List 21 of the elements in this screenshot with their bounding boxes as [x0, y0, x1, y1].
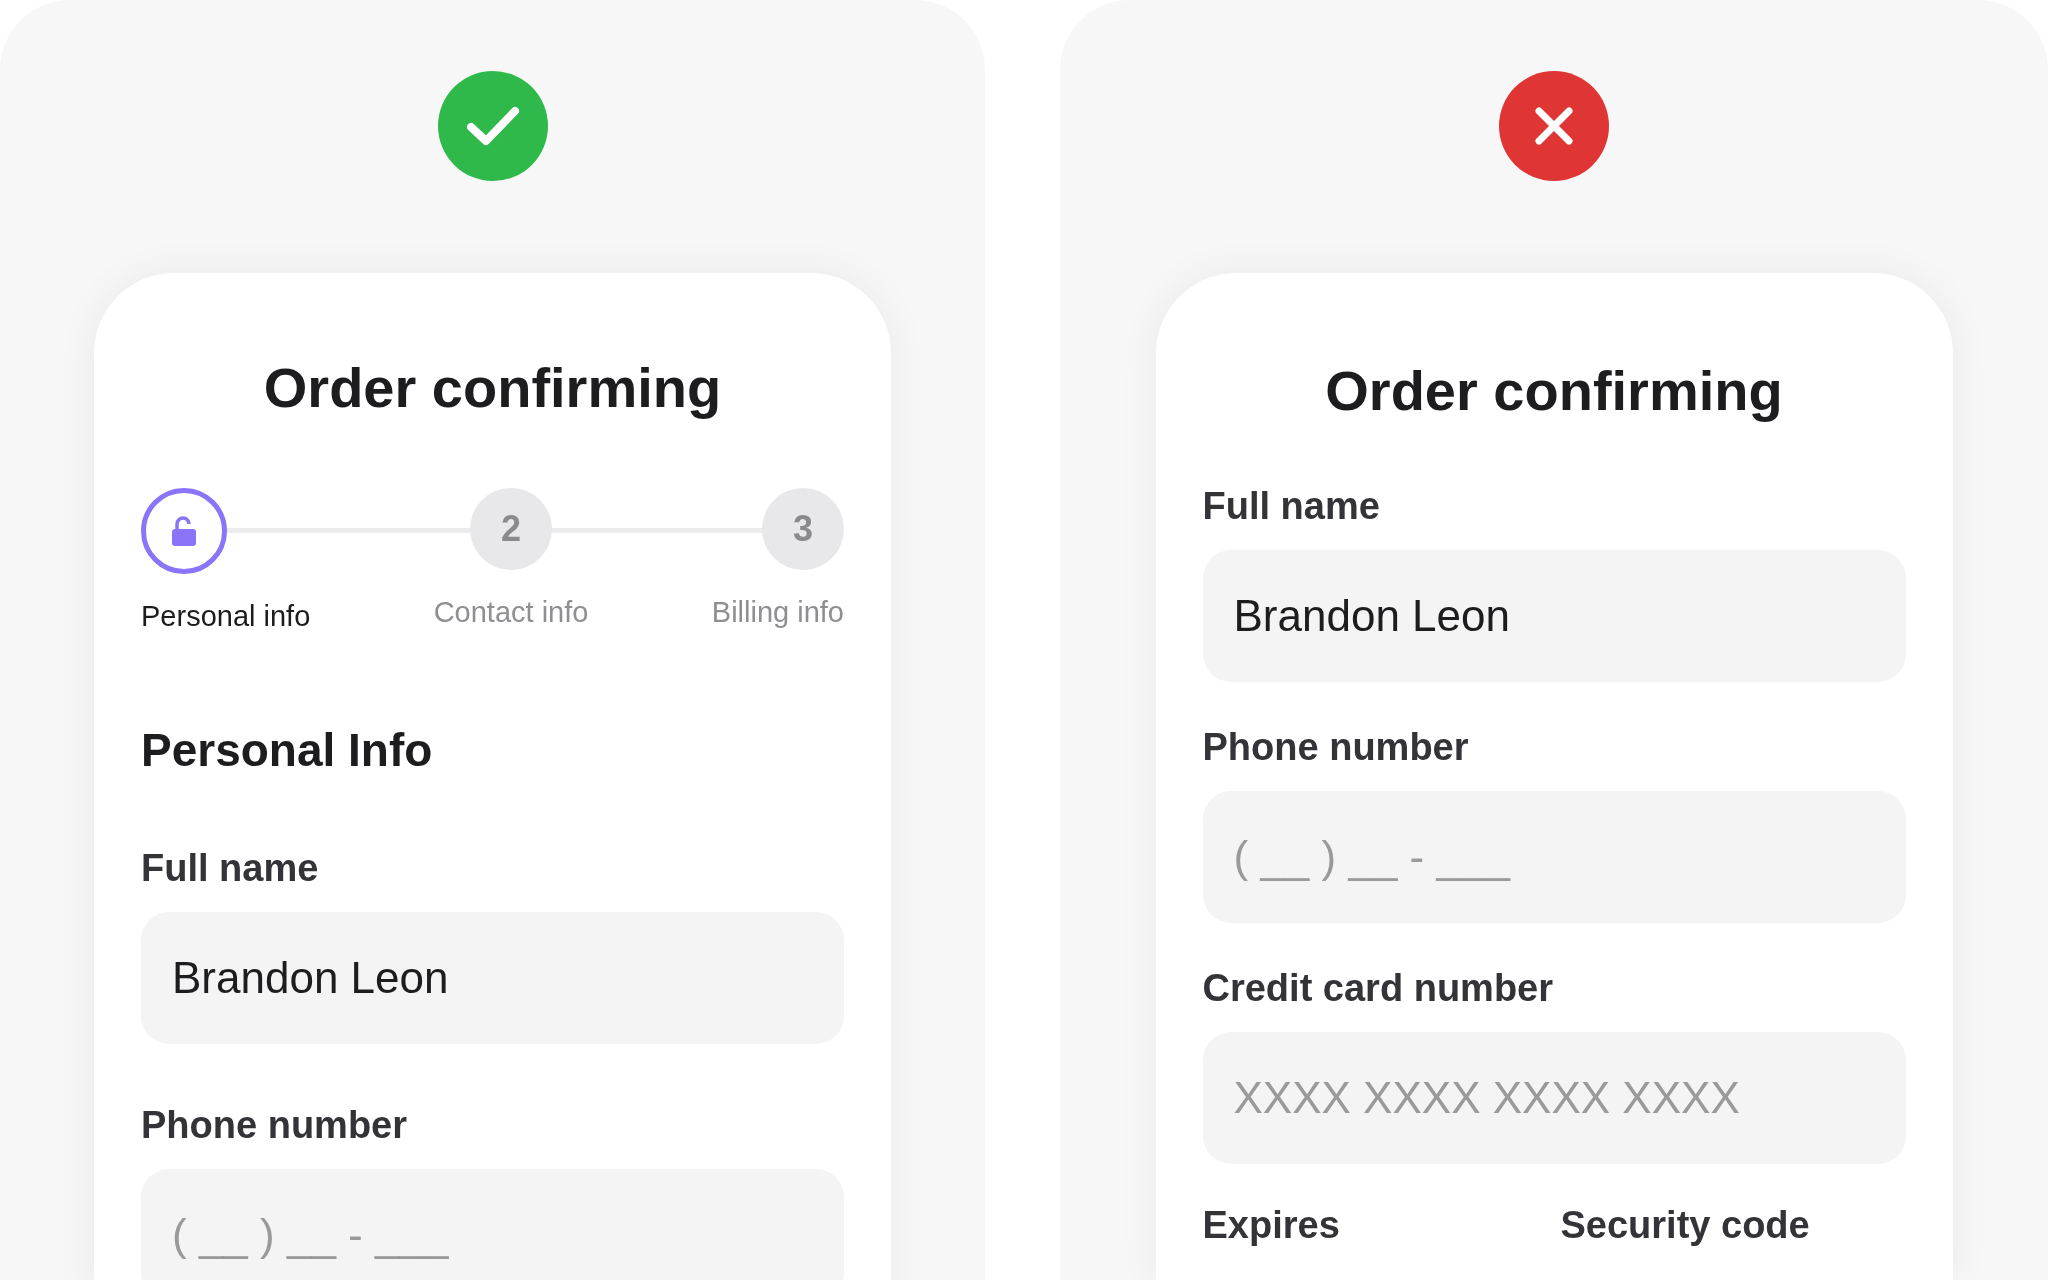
field-label: Full name	[141, 847, 320, 890]
field-label: Expires	[1202, 1204, 1341, 1247]
input-field[interactable]: Brandon Leon	[1202, 550, 1906, 682]
card-title: Order confirming	[263, 355, 722, 420]
input-field[interactable]: XXXX XXXX XXXX XXXX	[1202, 1032, 1906, 1164]
field-label: Phone number	[141, 1104, 409, 1147]
field-label: Credit card number	[1202, 967, 1555, 1010]
step-label: Personal info	[141, 600, 311, 633]
section-heading: Personal Info	[141, 723, 434, 777]
step-label: Contact info	[433, 596, 589, 629]
unlock-icon	[171, 516, 197, 546]
field-label: Security code	[1560, 1204, 1811, 1247]
step-label: Billing info	[711, 596, 844, 629]
input-field[interactable]: ( __ ) __ - ___	[1202, 791, 1906, 923]
input-field[interactable]: Brandon Leon	[141, 912, 844, 1044]
close-icon	[1533, 105, 1575, 147]
input-field[interactable]: ( __ ) __ - ___	[141, 1169, 844, 1280]
check-icon	[465, 105, 520, 147]
card-title: Order confirming	[1325, 358, 1783, 423]
field-label: Full name	[1202, 485, 1381, 528]
field-label: Phone number	[1202, 726, 1470, 769]
